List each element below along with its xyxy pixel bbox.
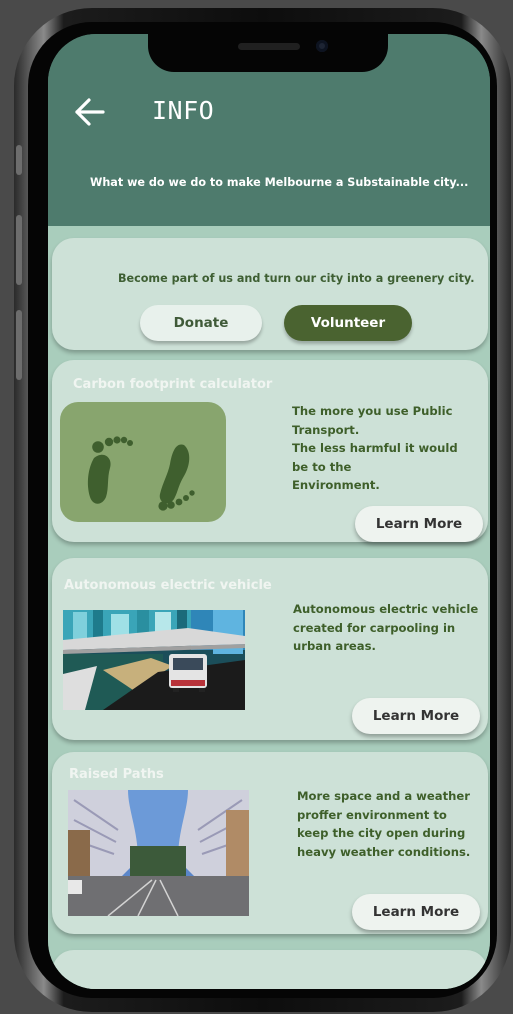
footprint-tile bbox=[60, 402, 226, 522]
mute-switch bbox=[16, 145, 22, 175]
back-button[interactable] bbox=[72, 94, 108, 130]
app-screen: INFO What we do we do to make Melbourne … bbox=[48, 34, 490, 989]
volunteer-button[interactable]: Volunteer bbox=[284, 305, 412, 341]
vehicle-photo bbox=[63, 610, 245, 710]
card-description: The more you use Public Transport. The l… bbox=[292, 404, 458, 492]
raised-paths-photo bbox=[68, 790, 249, 916]
autonomous-vehicle-card: Autonomous electric vehicle Autonomous e… bbox=[52, 558, 488, 740]
learn-more-button[interactable]: Learn More bbox=[352, 894, 480, 930]
arrow-left-icon bbox=[75, 98, 105, 126]
join-text: Become part of us and turn our city into… bbox=[118, 272, 475, 285]
page-subtitle: What we do we do to make Melbourne a Sub… bbox=[90, 176, 469, 189]
raised-paths-card: Raised Paths More space and a weather pr… bbox=[52, 752, 488, 934]
card-description: Autonomous electric vehicle created for … bbox=[293, 602, 479, 653]
carbon-footprint-card: Carbon footprint calculator The more you… bbox=[52, 360, 488, 542]
front-camera bbox=[316, 40, 328, 52]
content-list[interactable]: Become part of us and turn our city into… bbox=[48, 226, 490, 989]
card-title: Raised Paths bbox=[69, 767, 164, 782]
page-title: INFO bbox=[152, 96, 215, 125]
join-card: Become part of us and turn our city into… bbox=[52, 238, 488, 350]
card-title: Autonomous electric vehicle bbox=[64, 578, 272, 593]
speaker-grille bbox=[238, 43, 300, 50]
next-card-partial bbox=[52, 950, 488, 989]
phone-notch bbox=[148, 34, 388, 72]
card-title: Carbon footprint calculator bbox=[73, 377, 273, 392]
footprints-icon bbox=[87, 436, 195, 511]
donate-button[interactable]: Donate bbox=[140, 305, 262, 341]
volume-up-button bbox=[16, 215, 22, 285]
volume-down-button bbox=[16, 310, 22, 380]
learn-more-button[interactable]: Learn More bbox=[352, 698, 480, 734]
learn-more-button[interactable]: Learn More bbox=[355, 506, 483, 542]
card-description: More space and a weather proffer environ… bbox=[297, 789, 471, 859]
